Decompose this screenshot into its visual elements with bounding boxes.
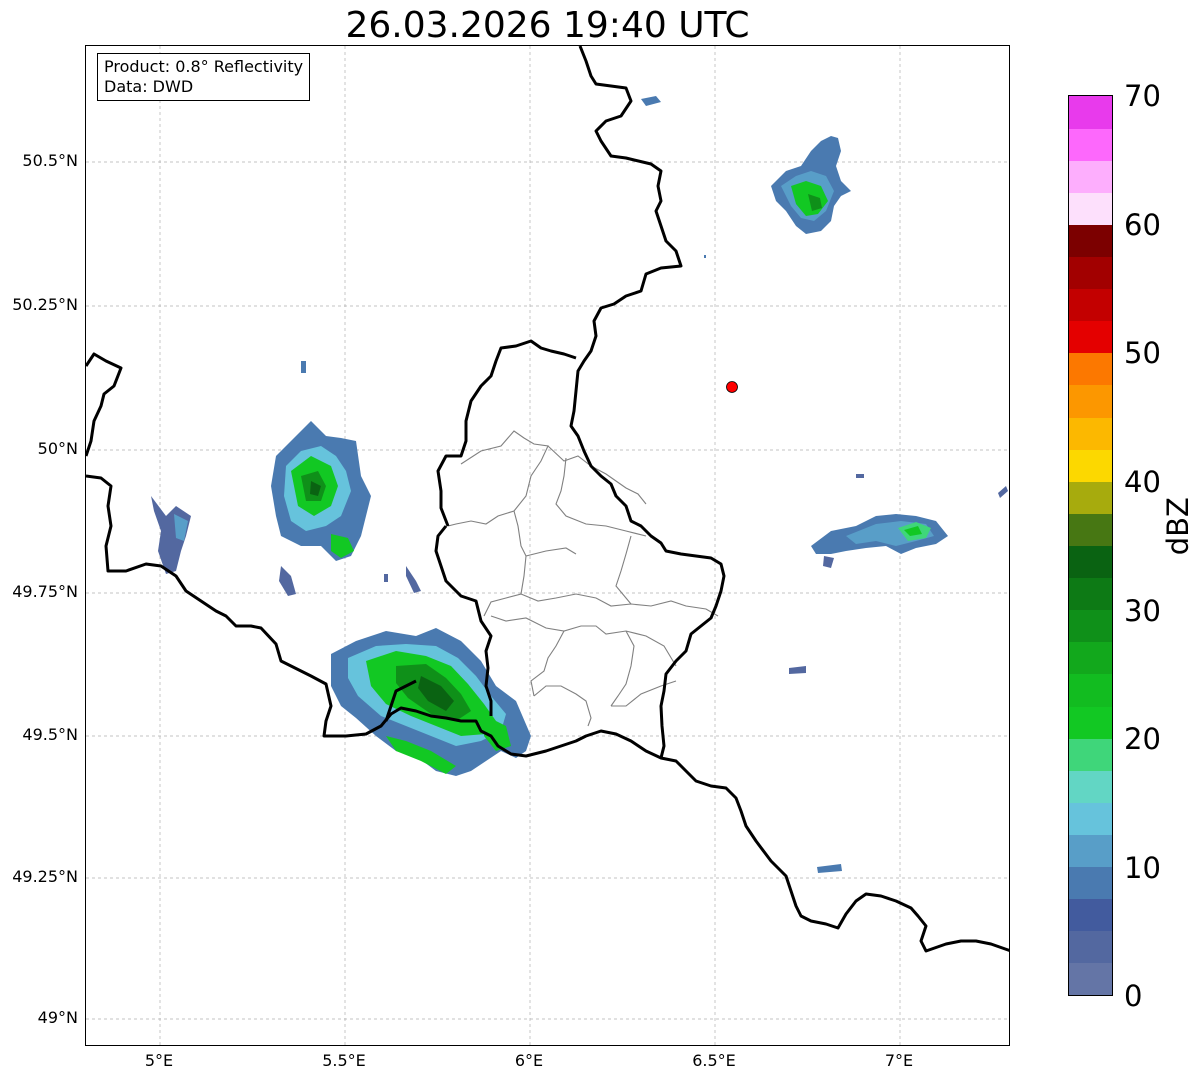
colorbar-segment: [1069, 256, 1112, 290]
colorbar: [1068, 95, 1113, 996]
echo-cell-southwest: [331, 628, 531, 776]
colorbar-segment: [1069, 898, 1112, 932]
colorbar-segment: [1069, 962, 1112, 995]
colorbar-segment: [1069, 513, 1112, 546]
colorbar-tick-30: 30: [1124, 594, 1161, 628]
colorbar-segment: [1069, 706, 1112, 739]
map-canvas[interactable]: [86, 46, 1010, 1046]
radar-echoes: [151, 96, 1008, 873]
colorbar-segment: [1069, 545, 1112, 579]
lon-label-6: 6°E: [514, 1051, 544, 1070]
colorbar-segment: [1069, 834, 1112, 868]
map-title: 26.03.2026 19:40 UTC: [345, 5, 750, 46]
lat-label-49.5: 49.5°N: [22, 725, 78, 744]
colorbar-segment: [1069, 641, 1112, 675]
colorbar-segment: [1069, 96, 1112, 129]
colorbar-tick-70: 70: [1124, 79, 1161, 113]
colorbar-segment: [1069, 449, 1112, 482]
lon-label-7: 7°E: [884, 1051, 914, 1070]
colorbar-segment: [1069, 128, 1112, 161]
colorbar-tick-0: 0: [1124, 979, 1143, 1013]
colorbar-tick-40: 40: [1124, 465, 1161, 499]
colorbar-segment: [1069, 673, 1112, 707]
lat-label-49: 49°N: [37, 1008, 78, 1027]
echo-cell-northwest: [271, 361, 371, 596]
colorbar-segment: [1069, 384, 1112, 418]
colorbar-tick-10: 10: [1124, 851, 1161, 885]
colorbar-segment: [1069, 288, 1112, 322]
data-source-label: Data: DWD: [104, 77, 194, 96]
lon-label-5: 5°E: [144, 1051, 174, 1070]
colorbar-tick-60: 60: [1124, 208, 1161, 242]
lon-label-6.5: 6.5°E: [692, 1051, 736, 1070]
echo-cell-east: [789, 474, 1008, 873]
radar-site-marker: [726, 381, 738, 393]
colorbar-segment: [1069, 577, 1112, 611]
colorbar-segment: [1069, 802, 1112, 835]
colorbar-segment: [1069, 192, 1112, 225]
lat-label-50.5: 50.5°N: [22, 151, 78, 170]
colorbar-segment: [1069, 481, 1112, 514]
colorbar-segment: [1069, 417, 1112, 450]
lat-label-49.75: 49.75°N: [12, 582, 78, 601]
national-borders: [86, 46, 1009, 953]
colorbar-segment: [1069, 866, 1112, 900]
lat-label-50: 50°N: [37, 439, 78, 458]
colorbar-segment: [1069, 930, 1112, 964]
product-info-box: Product: 0.8° Reflectivity Data: DWD: [97, 53, 311, 101]
colorbar-tick-20: 20: [1124, 722, 1161, 756]
lat-label-49.25: 49.25°N: [12, 867, 78, 886]
colorbar-segment: [1069, 738, 1112, 771]
colorbar-segment: [1069, 160, 1112, 193]
colorbar-segment: [1069, 352, 1112, 386]
echo-cell-northeast: [641, 96, 851, 258]
lon-label-5.5: 5.5°E: [322, 1051, 366, 1070]
colorbar-segment: [1069, 770, 1112, 803]
colorbar-segment: [1069, 609, 1112, 643]
colorbar-segment: [1069, 320, 1112, 354]
colorbar-tick-50: 50: [1124, 336, 1161, 370]
lat-label-50.25: 50.25°N: [12, 295, 78, 314]
colorbar-label: dBZ: [1161, 497, 1195, 556]
colorbar-segment: [1069, 224, 1112, 258]
product-label: Product: 0.8° Reflectivity: [104, 57, 304, 76]
radar-map[interactable]: [85, 45, 1010, 1046]
